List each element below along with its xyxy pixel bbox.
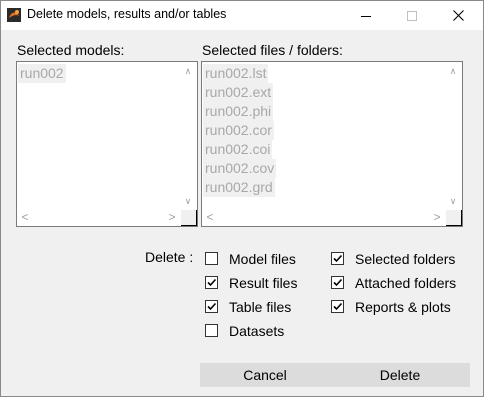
minimize-icon	[361, 15, 371, 17]
file-item[interactable]: run002.cor	[203, 121, 274, 140]
model-item[interactable]: run002	[18, 64, 66, 83]
selected-folders-label[interactable]: Selected folders	[355, 251, 455, 267]
selected-folders-checkbox[interactable]	[331, 252, 344, 265]
dialog-body: Selected models: Selected files / folder…	[1, 30, 483, 396]
checkmark-icon	[207, 278, 217, 287]
files-label: Selected files / folders:	[202, 42, 343, 58]
table-files-label[interactable]: Table files	[229, 299, 291, 315]
model-files-label[interactable]: Model files	[229, 251, 296, 267]
datasets-checkbox[interactable]	[205, 324, 218, 337]
files-size-grip	[446, 210, 462, 226]
scroll-left-icon[interactable]: <	[205, 211, 215, 223]
file-item[interactable]: run002.grd	[203, 178, 275, 197]
models-size-grip	[181, 210, 197, 226]
result-files-label[interactable]: Result files	[229, 275, 297, 291]
scroll-down-icon[interactable]: ∨	[448, 196, 458, 206]
close-icon	[452, 10, 464, 21]
models-label: Selected models:	[17, 42, 125, 58]
maximize-icon	[407, 10, 417, 21]
result-files-checkbox[interactable]	[205, 276, 218, 289]
models-vertical-scrollbar[interactable]: ∧ ∨	[180, 62, 197, 210]
reports-plots-checkbox[interactable]	[331, 300, 344, 313]
table-files-checkbox[interactable]	[205, 300, 218, 313]
model-files-checkbox[interactable]	[205, 252, 218, 265]
file-item[interactable]: run002.cov	[203, 159, 277, 178]
checkmark-icon	[207, 302, 217, 311]
file-item[interactable]: run002.phi	[203, 102, 274, 121]
minimize-button[interactable]	[343, 1, 389, 30]
files-vertical-scrollbar[interactable]: ∧ ∨	[445, 62, 462, 210]
checkmark-icon	[333, 302, 343, 311]
delete-label: Delete :	[145, 249, 194, 265]
file-item[interactable]: run002.ext	[203, 83, 274, 102]
checkmark-icon	[333, 254, 343, 263]
title-bar[interactable]: Delete models, results and/or tables	[1, 1, 483, 30]
files-listbox[interactable]: run002.lst run002.ext run002.phi run002.…	[201, 61, 463, 227]
delete-button[interactable]: Delete	[330, 363, 470, 387]
attached-folders-label[interactable]: Attached folders	[355, 275, 456, 291]
attached-folders-checkbox[interactable]	[331, 276, 344, 289]
file-item[interactable]: run002.coi	[203, 140, 273, 159]
scroll-right-icon[interactable]: >	[432, 211, 442, 223]
checkmark-icon	[333, 278, 343, 287]
files-horizontal-scrollbar[interactable]: < >	[202, 210, 445, 226]
file-item[interactable]: run002.lst	[203, 64, 269, 83]
scroll-down-icon[interactable]: ∨	[183, 196, 193, 206]
datasets-label[interactable]: Datasets	[229, 323, 284, 339]
app-logo-icon	[7, 8, 21, 22]
models-listbox[interactable]: run002 ∧ ∨ < >	[16, 61, 198, 227]
window-title: Delete models, results and/or tables	[27, 7, 227, 21]
cancel-button[interactable]: Cancel	[200, 363, 330, 387]
maximize-button[interactable]	[389, 1, 435, 30]
scroll-up-icon[interactable]: ∧	[183, 66, 193, 76]
delete-dialog: Delete models, results and/or tables Sel…	[0, 0, 484, 397]
close-button[interactable]	[435, 1, 481, 30]
models-horizontal-scrollbar[interactable]: < >	[17, 210, 180, 226]
scroll-up-icon[interactable]: ∧	[448, 66, 458, 76]
scroll-right-icon[interactable]: >	[167, 211, 177, 223]
reports-plots-label[interactable]: Reports & plots	[355, 299, 451, 315]
scroll-left-icon[interactable]: <	[20, 211, 30, 223]
